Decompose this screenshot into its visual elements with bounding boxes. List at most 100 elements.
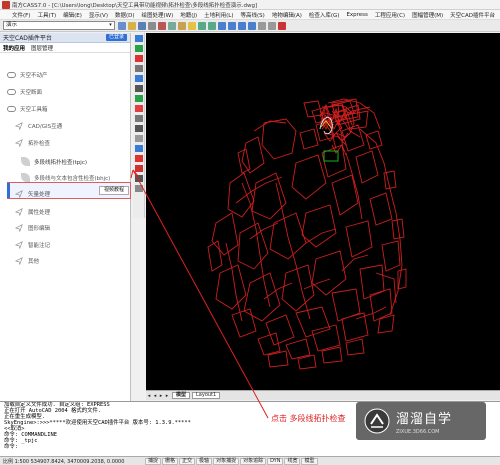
watermark: 溜溜自学 ZIXUE.3D66.COM: [356, 402, 486, 440]
target-tool-icon[interactable]: [134, 165, 143, 172]
osnap-toggle[interactable]: 对象捕捉: [213, 457, 240, 465]
vegetation-tool-icon[interactable]: [134, 95, 143, 102]
chevron-down-icon: ▾: [109, 22, 112, 28]
sidebar-item-topology[interactable]: 拓扑检查: [0, 139, 131, 147]
watermark-url: ZIXUE.3D66.COM: [396, 428, 440, 435]
paper-plane-icon: [15, 139, 23, 147]
login-status-button[interactable]: 已登录: [105, 34, 127, 41]
tab-my-apps[interactable]: 我的应用: [0, 44, 28, 52]
print-icon[interactable]: [148, 21, 156, 30]
toolbar: 演示 ▾: [0, 20, 500, 32]
menu-express[interactable]: Express: [346, 12, 367, 18]
watermark-logo-icon: [364, 408, 390, 434]
polar-toggle[interactable]: 极轴: [196, 457, 213, 465]
menu-landuse[interactable]: 土地利用(L): [204, 11, 233, 19]
menu-bar: 文件(F) 工具(T) 编辑(E) 显示(V) 数据(D) 绘图处理(W) 地籍…: [0, 10, 500, 20]
open-folder-icon[interactable]: [128, 21, 136, 30]
category-toolbox[interactable]: 天空工具箱: [0, 105, 131, 113]
sidebar-item-graphic-edit[interactable]: 图形编辑: [0, 224, 131, 232]
boundary-tool-icon[interactable]: [134, 115, 143, 122]
grid-toggle[interactable]: 栅格: [162, 457, 179, 465]
item-label: 其他: [28, 259, 40, 265]
lineweight-toggle[interactable]: 线宽: [284, 457, 301, 465]
zoom-icon[interactable]: [228, 21, 236, 30]
menu-file[interactable]: 文件(F): [12, 11, 30, 19]
menu-sky-plugin[interactable]: 天空CAD插件平台: [450, 11, 495, 19]
panel-title: 天空CAD插件平台: [3, 35, 52, 42]
line-tool-icon[interactable]: [134, 35, 143, 42]
leaf-icon: [21, 157, 30, 166]
category-section[interactable]: 天空断面: [0, 88, 131, 96]
annotation-text: 点击 多段线拓扑检查: [271, 414, 346, 423]
control-point-tool-icon[interactable]: [134, 155, 143, 162]
menu-draw[interactable]: 绘图处理(W): [142, 11, 174, 19]
vertical-toolstrip: [133, 33, 145, 218]
pipe-tool-icon[interactable]: [134, 125, 143, 132]
cut-icon[interactable]: [158, 21, 166, 30]
menu-cadastre[interactable]: 地籍(J): [180, 11, 197, 19]
properties-icon[interactable]: [258, 21, 266, 30]
menu-sheet[interactable]: 图幅管理(M): [412, 11, 443, 19]
coordinate-readout: 比例 1:500 534907.8424, 3470009.2038, 0.00…: [3, 458, 125, 465]
menu-data[interactable]: 数据(D): [115, 11, 135, 19]
tab-layout1[interactable]: Layout1: [192, 392, 221, 399]
model-toggle[interactable]: 模型: [301, 457, 318, 465]
new-file-icon[interactable]: [118, 21, 126, 30]
otrack-toggle[interactable]: 对象追踪: [240, 457, 267, 465]
tab-model[interactable]: 模型: [172, 392, 191, 399]
sidebar-item-attribute[interactable]: 属性处理: [0, 208, 131, 216]
dyn-toggle[interactable]: DYN: [267, 457, 284, 465]
undo-icon[interactable]: [198, 21, 206, 30]
panel-header: 天空CAD插件平台 已登录: [0, 33, 130, 43]
paste-icon[interactable]: [178, 21, 186, 30]
category-label: 天空工具箱: [20, 107, 48, 113]
sidebar-item-vector[interactable]: 矢量处理: [0, 190, 131, 198]
tab-layer-manager[interactable]: 图层管理: [28, 44, 56, 52]
house-tool-icon[interactable]: [134, 75, 143, 82]
menu-engineering[interactable]: 工程应用(C): [375, 11, 405, 19]
sidebar-item-other[interactable]: 其他: [0, 257, 131, 265]
layer-combo[interactable]: 演示 ▾: [3, 21, 115, 30]
sidebar-item-cad-gis[interactable]: CAD/GIS互通: [0, 122, 131, 130]
menu-feature-edit[interactable]: 地物编辑(A): [272, 11, 302, 19]
pan-icon[interactable]: [218, 21, 226, 30]
menu-edit[interactable]: 编辑(E): [63, 11, 82, 19]
sidebar-item-polyline-text-check[interactable]: 多段线与文本包含性检查(bhjc): [0, 173, 131, 182]
water-tool-icon[interactable]: [134, 145, 143, 152]
road-tool-icon[interactable]: [134, 85, 143, 92]
category-label: 天空不动产: [20, 73, 48, 79]
text-tool-icon[interactable]: [134, 65, 143, 72]
s-curve-tool-icon[interactable]: [134, 185, 143, 192]
item-label: 智能注记: [28, 243, 51, 249]
polyline-tool-icon[interactable]: [134, 45, 143, 52]
save-icon[interactable]: [138, 21, 146, 30]
item-label: 多段线与文本包含性检查(bhjc): [34, 175, 111, 182]
menu-contour[interactable]: 等高线(S): [241, 11, 265, 19]
menu-tools[interactable]: 工具(T): [37, 11, 56, 19]
item-label: CAD/GIS互通: [28, 124, 63, 130]
last-tab-arrow[interactable]: ▸: [164, 393, 170, 399]
ortho-toggle[interactable]: 正交: [179, 457, 196, 465]
slash-tool-icon[interactable]: [134, 175, 143, 182]
category-real-estate[interactable]: 天空不动产: [0, 71, 131, 79]
menu-view[interactable]: 显示(V): [89, 11, 108, 19]
zoom-window-icon[interactable]: [238, 21, 246, 30]
zoom-previous-icon[interactable]: [248, 21, 256, 30]
dots-tool-icon[interactable]: [134, 135, 143, 142]
point-tool-icon[interactable]: [134, 55, 143, 62]
panel-tabs: 我的应用 图层管理: [0, 43, 130, 53]
layout-tab-bar: ◂ ◂ ▸ ▸ 模型 Layout1: [146, 390, 500, 400]
redo-icon[interactable]: [208, 21, 216, 30]
annotation-tool-icon[interactable]: [134, 105, 143, 112]
snap-toggle[interactable]: 捕捉: [145, 457, 162, 465]
paper-plane-icon: [15, 190, 23, 198]
copy-icon[interactable]: [168, 21, 176, 30]
cloud-icon: [7, 106, 16, 112]
help-icon[interactable]: [278, 21, 286, 30]
sidebar-item-polyline-topology-check[interactable]: 多段线拓扑检查(tpjc): [0, 157, 131, 166]
menu-check[interactable]: 检查入库(G): [309, 11, 340, 19]
design-center-icon[interactable]: [268, 21, 276, 30]
drawing-canvas[interactable]: [146, 33, 500, 390]
match-properties-icon[interactable]: [188, 21, 196, 30]
sidebar-item-smart-annotation[interactable]: 智能注记: [0, 241, 131, 249]
